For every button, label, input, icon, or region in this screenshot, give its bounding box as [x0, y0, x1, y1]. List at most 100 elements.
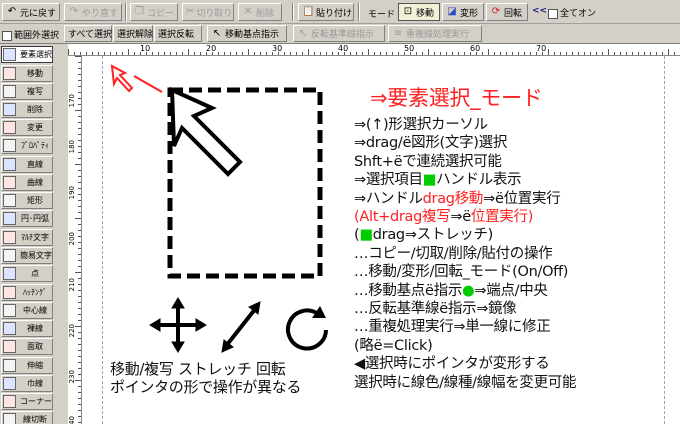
palette-tool-corner[interactable]: コーナー: [1, 393, 53, 410]
overlap-process-button[interactable]: ≡ 重複線処理実行: [388, 25, 482, 42]
ruler-h-label: 40: [338, 44, 349, 53]
undo-icon: ↶: [7, 6, 17, 17]
ruler-tick: [578, 52, 579, 55]
ruler-tick: [78, 296, 81, 297]
point-icon: [3, 267, 16, 280]
ruler-tick: [78, 206, 81, 207]
ruler-tick: [518, 52, 519, 55]
checkbox-box[interactable]: [2, 30, 12, 41]
palette-tool-cursor[interactable]: 要素選択: [1, 46, 53, 63]
toolbar-separator: [358, 3, 360, 21]
ruler-tick: [78, 344, 81, 345]
ruler-tick: [158, 52, 159, 55]
palette-tool-cut-line[interactable]: 線切断: [1, 411, 53, 424]
circle-icon: [3, 212, 16, 225]
selection-toolbar: 範囲外選択 すべて選択 選択解除 選択反転 ↖ 移動基点指示 ↖ 反転基準線指示 ≡…: [0, 24, 680, 44]
ruler-h-label: 10: [140, 44, 151, 53]
ruler-corner: [54, 44, 68, 424]
move-cross-icon: [149, 297, 207, 353]
redo-icon: ↷: [69, 6, 79, 17]
ruler-tick: [614, 52, 615, 55]
palette-tool-eraser[interactable]: 削除: [1, 101, 53, 118]
redo-button[interactable]: ↷ やり直す: [64, 3, 122, 21]
ruler-tick: [78, 392, 81, 393]
palette-tool-change[interactable]: 変更: [1, 119, 53, 136]
palette-tool-stretch[interactable]: 伸縮: [1, 357, 53, 374]
ruler-tick: [554, 52, 555, 55]
ruler-tick: [75, 272, 81, 273]
palette-tool-chamfer[interactable]: 面取: [1, 338, 53, 355]
palette-tool-copy[interactable]: 複写: [1, 83, 53, 100]
collapse-chevrons[interactable]: <<: [532, 6, 547, 16]
ruler-tick: [78, 242, 81, 243]
mirror-base-line-button[interactable]: ↖ 反転基準線指示: [293, 25, 385, 42]
palette-tool-text-simple[interactable]: 簡易文字: [1, 247, 53, 264]
rotate-mode-toggle[interactable]: ⟳ 回転: [486, 3, 528, 21]
palette-tool-text-multi[interactable]: ﾏﾙﾁ文字: [1, 229, 53, 246]
out-of-range-checkbox[interactable]: 範囲外選択: [2, 28, 59, 41]
ruler-tick: [78, 314, 81, 315]
palette-tool-point[interactable]: 点: [1, 265, 53, 282]
drawing-canvas[interactable]: 移動/複写 ストレッチ 回転 ポインタの形で操作が異なる ⇒要素選択_モード ⇒…: [82, 56, 680, 424]
ruler-tick: [656, 52, 657, 55]
invert-selection-button[interactable]: 選択反転: [154, 25, 202, 42]
eraser-icon: [3, 103, 16, 116]
cut-line-icon: [3, 413, 16, 424]
checkbox-box[interactable]: [548, 8, 558, 19]
palette-tool-rect[interactable]: 矩形: [1, 192, 53, 209]
undo-button[interactable]: ↶ 元に戻す: [2, 3, 60, 21]
ruler-tick: [458, 52, 459, 55]
ruler-tick: [128, 49, 129, 55]
palette-tool-hatch[interactable]: ﾊｯﾁﾝｸﾞ: [1, 284, 53, 301]
ruler-tick: [566, 52, 567, 55]
all-on-checkbox[interactable]: 全てオン: [548, 6, 596, 19]
transform-mode-toggle[interactable]: ◪ 変形: [442, 3, 484, 21]
stretch-diagonal-icon: [221, 301, 261, 353]
select-all-button[interactable]: すべて選択: [64, 25, 112, 42]
ruler-tick: [248, 49, 249, 55]
ruler-tick: [78, 410, 81, 411]
line-icon: [3, 158, 16, 171]
ruler-tick: [398, 52, 399, 55]
palette-tool-property[interactable]: ﾌﾟﾛﾊﾟﾃｨ: [1, 137, 53, 154]
change-icon: [3, 121, 16, 134]
help-line: 選択時に線色/線種/線幅を変更可能: [354, 371, 576, 392]
red-arrow-icon: [110, 64, 163, 93]
ruler-tick: [164, 52, 165, 55]
help-title: ⇒要素選択_モード: [370, 86, 543, 110]
ruler-tick: [422, 52, 423, 55]
copy-icon: [3, 85, 16, 98]
copy-icon: ❐: [135, 6, 144, 17]
deselect-button[interactable]: 選択解除: [113, 25, 153, 42]
copy-button[interactable]: ❐ コピー: [130, 3, 178, 21]
palette-tool-centerline[interactable]: 中心線: [1, 302, 53, 319]
move-base-point-button[interactable]: ↖ 移動基点指示: [207, 25, 287, 42]
move-mode-toggle[interactable]: ⊡ 移動: [398, 3, 440, 21]
delete-button[interactable]: ✕ 削除: [238, 3, 282, 21]
text-simple-icon: [3, 249, 16, 262]
paste-button[interactable]: 📋 貼り付け: [298, 3, 354, 21]
cursor-icon: ↖: [212, 27, 222, 39]
ruler-tick: [662, 52, 663, 55]
palette-tool-widthline[interactable]: 巾線: [1, 375, 53, 392]
ruler-tick: [674, 52, 675, 55]
ruler-tick: [78, 152, 81, 153]
ruler-tick: [416, 52, 417, 55]
ruler-tick: [78, 176, 81, 177]
ruler-tick: [78, 98, 81, 99]
cut-button[interactable]: ✂ 切り取り: [182, 3, 234, 21]
corner-icon: [3, 395, 16, 408]
ruler-tick: [362, 52, 363, 55]
ruler-tick: [626, 52, 627, 55]
palette-tool-move[interactable]: 移動: [1, 65, 53, 82]
palette-tool-circle[interactable]: 円･円弧: [1, 210, 53, 227]
ruler-tick: [602, 52, 603, 55]
ruler-tick: [386, 52, 387, 55]
palette-tool-line[interactable]: 直線: [1, 156, 53, 173]
toolbar-separator: [125, 3, 127, 21]
ruler-h-label: 20: [206, 44, 217, 53]
palette-tool-bareline[interactable]: 裸線: [1, 320, 53, 337]
ruler-tick: [392, 52, 393, 55]
ruler-tick: [78, 170, 81, 171]
palette-tool-curve[interactable]: 曲線: [1, 174, 53, 191]
